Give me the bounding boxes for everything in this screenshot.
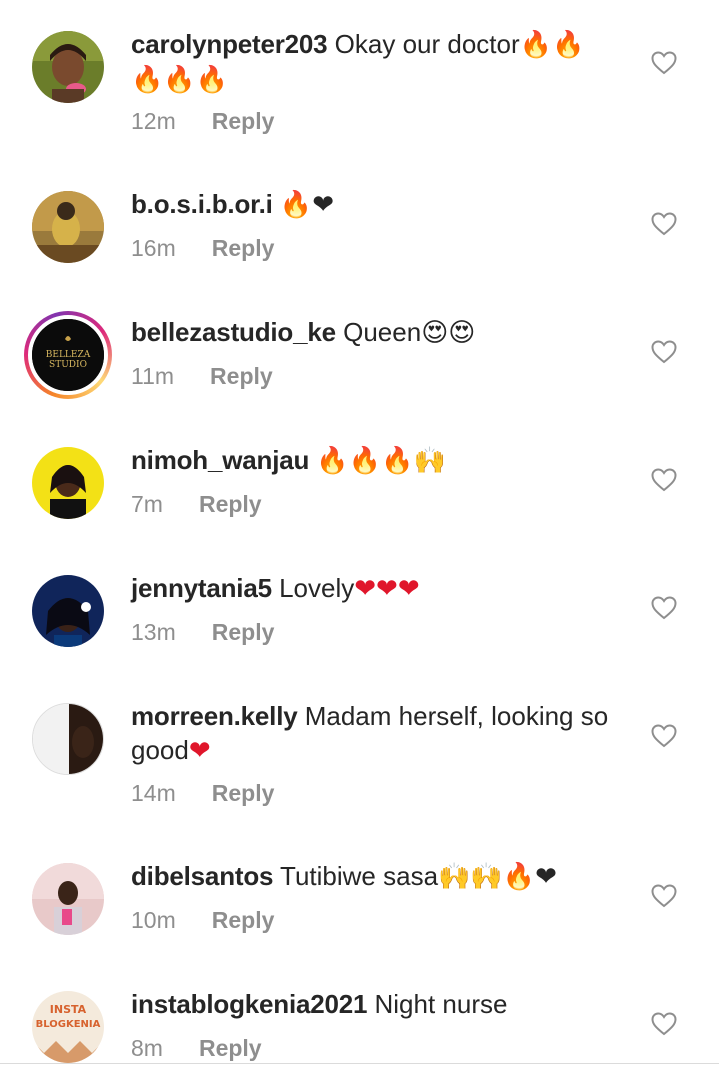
avatar[interactable] (32, 703, 104, 775)
like-heart-icon[interactable] (651, 724, 677, 748)
comment-body: Okay our doctor (327, 29, 520, 59)
comment-text: instablogkenia2021 Night nurse (131, 987, 631, 1021)
timestamp: 14m (131, 780, 176, 806)
reply-button[interactable]: Reply (199, 1035, 262, 1061)
comment-meta: 7m Reply (131, 491, 262, 518)
timestamp: 13m (131, 619, 176, 645)
reply-button[interactable]: Reply (212, 780, 275, 806)
username[interactable]: bellezastudio_ke (131, 317, 336, 347)
like-heart-icon[interactable] (651, 596, 677, 620)
avatar[interactable] (32, 863, 104, 935)
avatar[interactable] (32, 191, 104, 263)
comment-meta: 10m Reply (131, 907, 274, 934)
comment-body: Queen (335, 317, 422, 347)
username[interactable]: jennytania5 (131, 573, 272, 603)
like-heart-icon[interactable] (651, 884, 677, 908)
timestamp: 7m (131, 491, 163, 517)
emoji-reaction: 🙌🙌🔥❤ (438, 862, 557, 892)
username[interactable]: morreen.kelly (131, 701, 298, 731)
emoji-reaction: 🔥❤ (279, 190, 335, 220)
avatar[interactable]: INSTA BLOGKENIA (32, 991, 104, 1063)
avatar-story-ring[interactable]: BELLEZA STUDIO (24, 311, 112, 399)
reply-button[interactable]: Reply (210, 363, 273, 389)
timestamp: 12m (131, 108, 176, 134)
comment-text: carolynpeter203 Okay our doctor🔥🔥 🔥🔥🔥 (131, 27, 631, 97)
username[interactable]: instablogkenia2021 (131, 989, 367, 1019)
comment-meta: 13m Reply (131, 619, 274, 646)
reply-button[interactable]: Reply (212, 108, 275, 134)
fire-emoji: 🔥🔥 (519, 30, 585, 60)
comment-meta: 14m Reply (131, 780, 274, 807)
comment-meta: 8m Reply (131, 1035, 262, 1062)
avatar-brand-text: INSTA (50, 1003, 87, 1016)
comment-text: jennytania5 Lovely❤❤❤ (131, 571, 631, 606)
comment-meta: 12m Reply (131, 108, 274, 135)
avatar-brand-text: STUDIO (49, 360, 87, 370)
avatar-brand-text: BELLEZA (46, 350, 91, 360)
username[interactable]: b.o.s.i.b.or.i (131, 189, 273, 219)
heart-eyes-emoji: 😍😍 (421, 318, 476, 348)
timestamp: 11m (131, 363, 175, 389)
like-heart-icon[interactable] (651, 468, 677, 492)
comment-text: morreen.kelly Madam herself, looking so … (131, 699, 631, 768)
username[interactable]: dibelsantos (131, 861, 273, 891)
emoji-reaction: 🔥🔥🔥🙌 (316, 446, 446, 476)
comment-meta: 16m Reply (131, 235, 274, 262)
avatar[interactable] (32, 31, 104, 103)
username[interactable]: nimoh_wanjau (131, 445, 309, 475)
divider (0, 1063, 719, 1064)
timestamp: 16m (131, 235, 176, 261)
comment-text: nimoh_wanjau 🔥🔥🔥🙌 (131, 443, 631, 478)
comment-meta: 11m Reply (131, 363, 273, 390)
avatar[interactable] (32, 447, 104, 519)
like-heart-icon[interactable] (651, 340, 677, 364)
comment-text: b.o.s.i.b.or.i 🔥❤ (131, 187, 631, 222)
fire-emoji: 🔥🔥🔥 (131, 65, 229, 95)
like-heart-icon[interactable] (651, 212, 677, 236)
timestamp: 10m (131, 907, 176, 933)
comment-body (273, 189, 280, 219)
avatar[interactable] (32, 575, 104, 647)
reply-button[interactable]: Reply (212, 907, 275, 933)
avatar: BELLEZA STUDIO (28, 315, 108, 395)
avatar-brand-text: BLOGKENIA (36, 1019, 101, 1030)
like-heart-icon[interactable] (651, 51, 677, 75)
comment-text: dibelsantos Tutibiwe sasa🙌🙌🔥❤ (131, 859, 631, 894)
comment-text: bellezastudio_ke Queen😍😍 (131, 315, 631, 350)
reply-button[interactable]: Reply (212, 619, 275, 645)
red-heart-emoji: ❤❤❤ (354, 574, 420, 604)
comment-body: Night nurse (367, 989, 508, 1019)
red-heart-emoji: ❤ (188, 736, 211, 766)
comment-body: Lovely (271, 573, 355, 603)
username[interactable]: carolynpeter203 (131, 29, 328, 59)
comment-body: Tutibiwe sasa (273, 861, 439, 891)
like-heart-icon[interactable] (651, 1012, 677, 1036)
reply-button[interactable]: Reply (212, 235, 275, 261)
reply-button[interactable]: Reply (199, 491, 262, 517)
timestamp: 8m (131, 1035, 163, 1061)
